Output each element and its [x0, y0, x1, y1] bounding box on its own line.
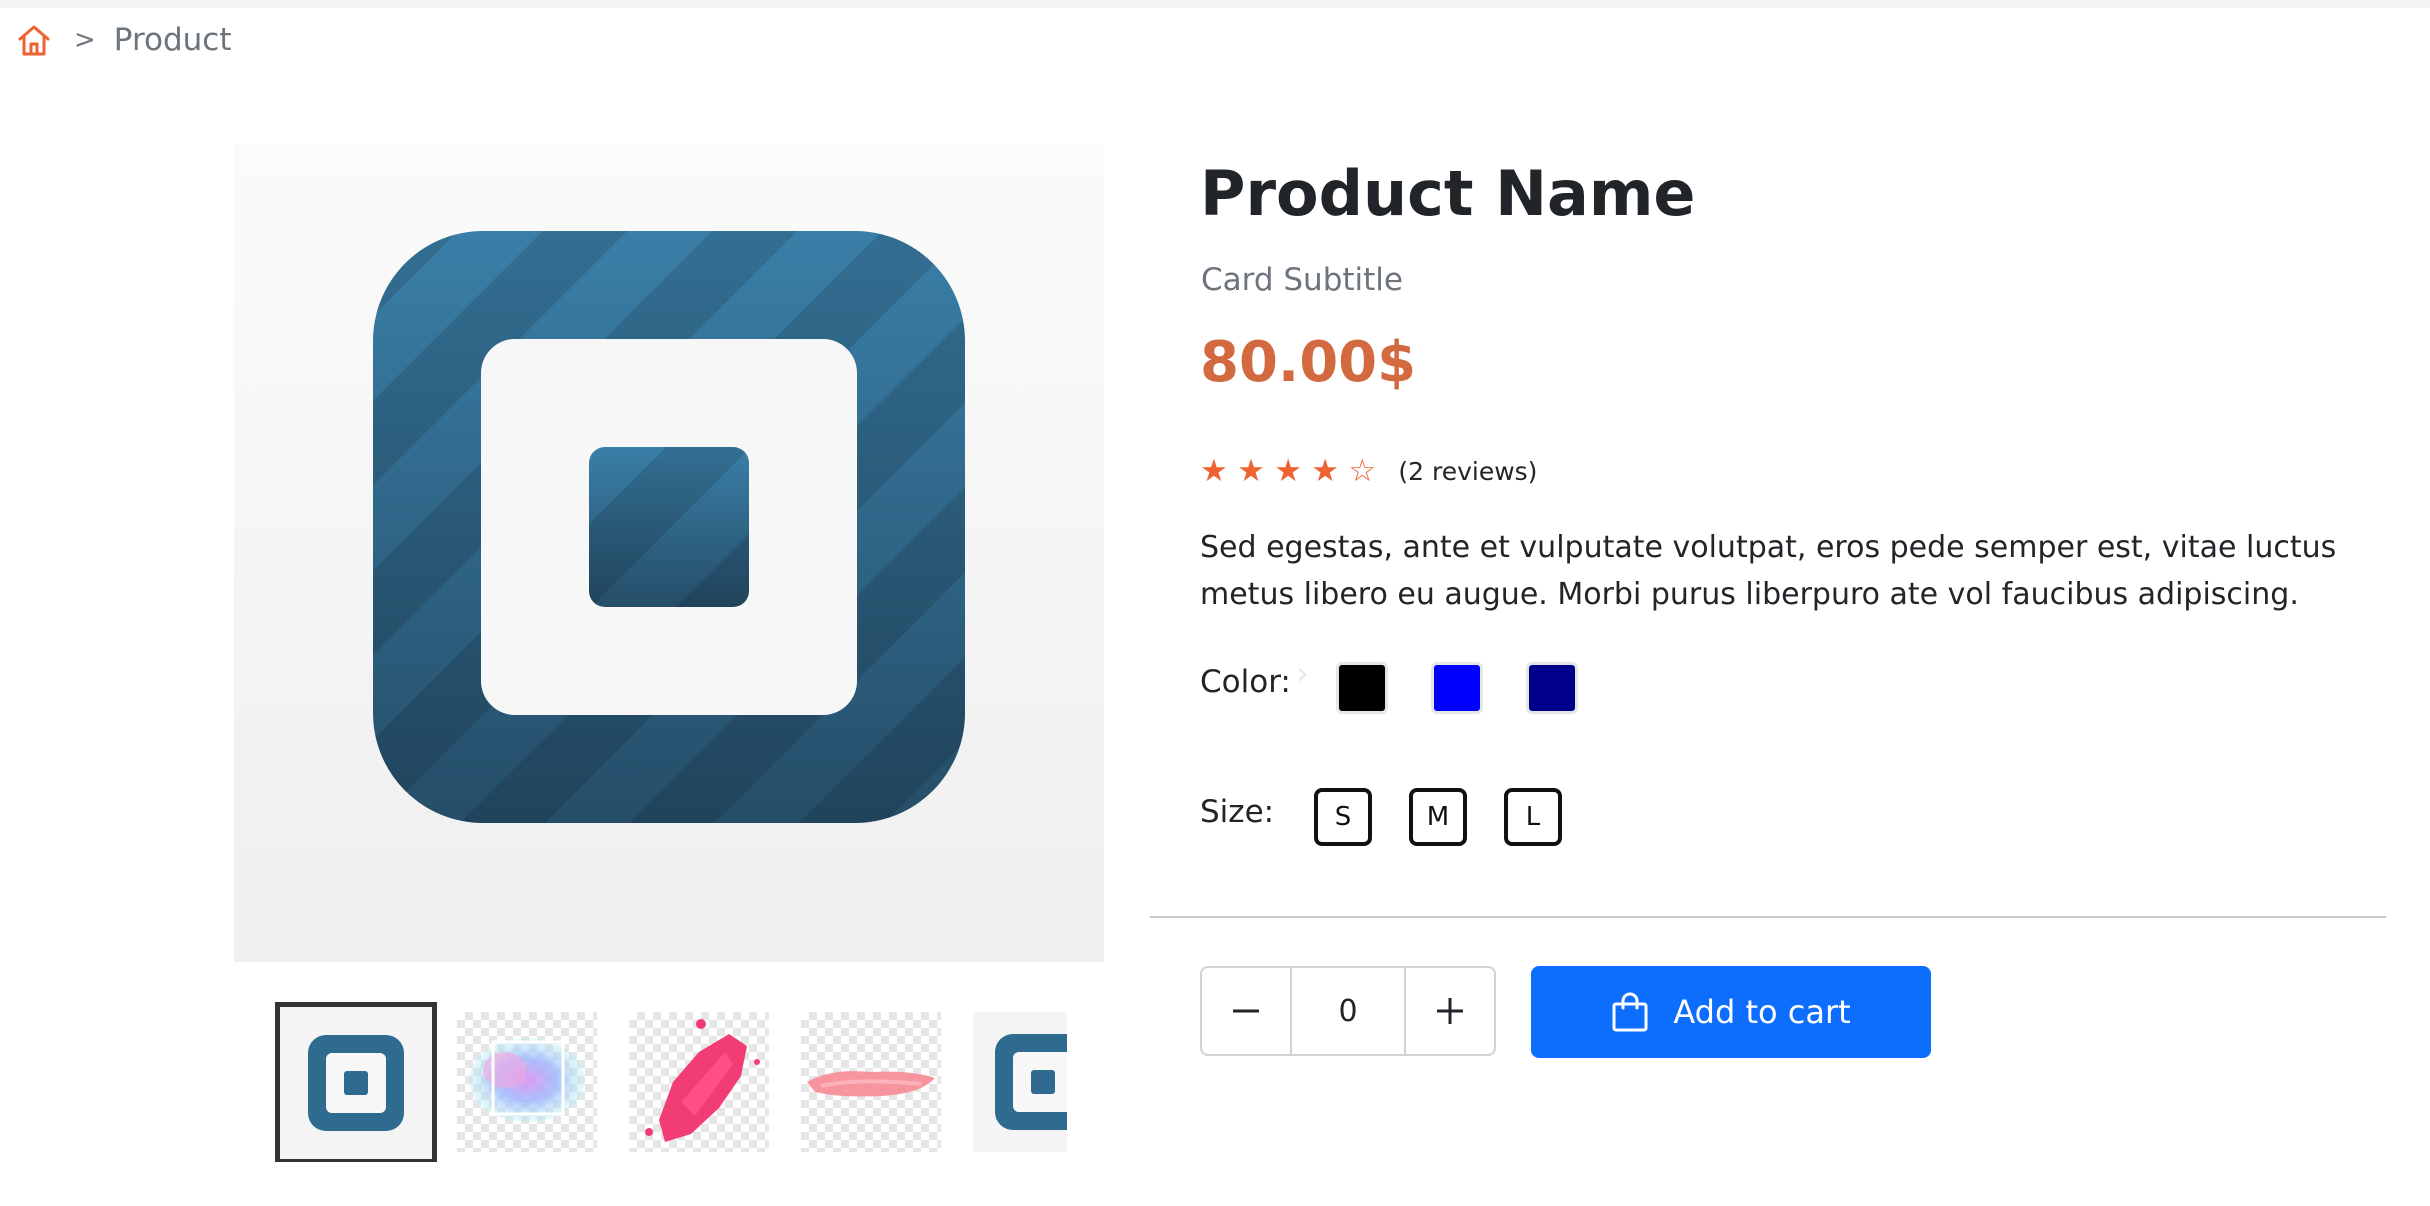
- rating-stars: ★ ★ ★ ★ ☆: [1200, 453, 1380, 489]
- thumbnail-4[interactable]: [801, 1012, 941, 1152]
- divider: [1150, 916, 2386, 918]
- thumbnail-5[interactable]: [973, 1012, 1067, 1152]
- thumbnail-strip: [275, 1002, 1067, 1162]
- star-filled-icon: ★: [1200, 453, 1228, 489]
- size-option-l[interactable]: L: [1504, 788, 1562, 846]
- square-logo-image: [373, 231, 965, 823]
- size-label: Size:: [1200, 794, 1275, 830]
- thumbnail-3[interactable]: [629, 1012, 769, 1152]
- quantity-input[interactable]: 0: [1290, 968, 1406, 1054]
- pink-brush-thumbnail: [807, 1071, 935, 1097]
- increase-quantity-button[interactable]: [1406, 968, 1494, 1054]
- breadcrumb: > Product: [16, 18, 232, 62]
- watercolor-frame-thumbnail: [469, 1038, 585, 1122]
- decrease-quantity-button[interactable]: [1202, 968, 1290, 1054]
- size-option-m[interactable]: M: [1409, 788, 1467, 846]
- thumbnail-1[interactable]: [275, 1002, 437, 1162]
- shopping-bag-icon: [1612, 992, 1648, 1032]
- minus-icon: [1233, 1009, 1259, 1013]
- top-bar: [0, 0, 2430, 8]
- reviews-count[interactable]: (2 reviews): [1398, 457, 1537, 486]
- carousel-next-arrow[interactable]: ›: [1296, 654, 1309, 692]
- star-filled-icon: ★: [1237, 453, 1265, 489]
- product-description: Sed egestas, ante et vulputate volutpat,…: [1200, 530, 2337, 612]
- product-subtitle: Card Subtitle: [1201, 262, 1403, 298]
- product-main-image: ›: [234, 144, 1309, 962]
- thumbnail-2[interactable]: [457, 1012, 597, 1152]
- color-swatch-dark-blue[interactable]: [1526, 662, 1578, 714]
- color-swatch-blue[interactable]: [1431, 662, 1483, 714]
- star-filled-icon: ★: [1274, 453, 1302, 489]
- star-half-icon: ☆: [1348, 453, 1377, 489]
- product-rating: ★ ★ ★ ★ ☆ (2 reviews): [1200, 453, 1537, 489]
- plus-icon: [1437, 998, 1463, 1024]
- size-option-label: L: [1525, 802, 1541, 832]
- size-option-s[interactable]: S: [1314, 788, 1372, 846]
- breadcrumb-current: Product: [113, 22, 232, 58]
- size-option-label: S: [1334, 802, 1352, 832]
- quantity-stepper: 0: [1200, 966, 1496, 1056]
- color-label: Color:: [1200, 664, 1291, 700]
- breadcrumb-separator: >: [74, 25, 96, 55]
- pink-splatter-thumbnail: [645, 1019, 760, 1142]
- home-icon[interactable]: [16, 22, 52, 58]
- size-option-label: M: [1426, 802, 1450, 832]
- product-name: Product Name: [1200, 157, 1696, 230]
- product-price: 80.00$: [1200, 330, 1417, 395]
- star-filled-icon: ★: [1311, 453, 1340, 489]
- add-to-cart-label: Add to cart: [1673, 993, 1851, 1031]
- color-swatch-black[interactable]: [1336, 662, 1388, 714]
- square-logo-thumbnail: [973, 1012, 1067, 1152]
- square-logo-thumbnail: [280, 1007, 432, 1159]
- add-to-cart-button[interactable]: Add to cart: [1531, 966, 1931, 1058]
